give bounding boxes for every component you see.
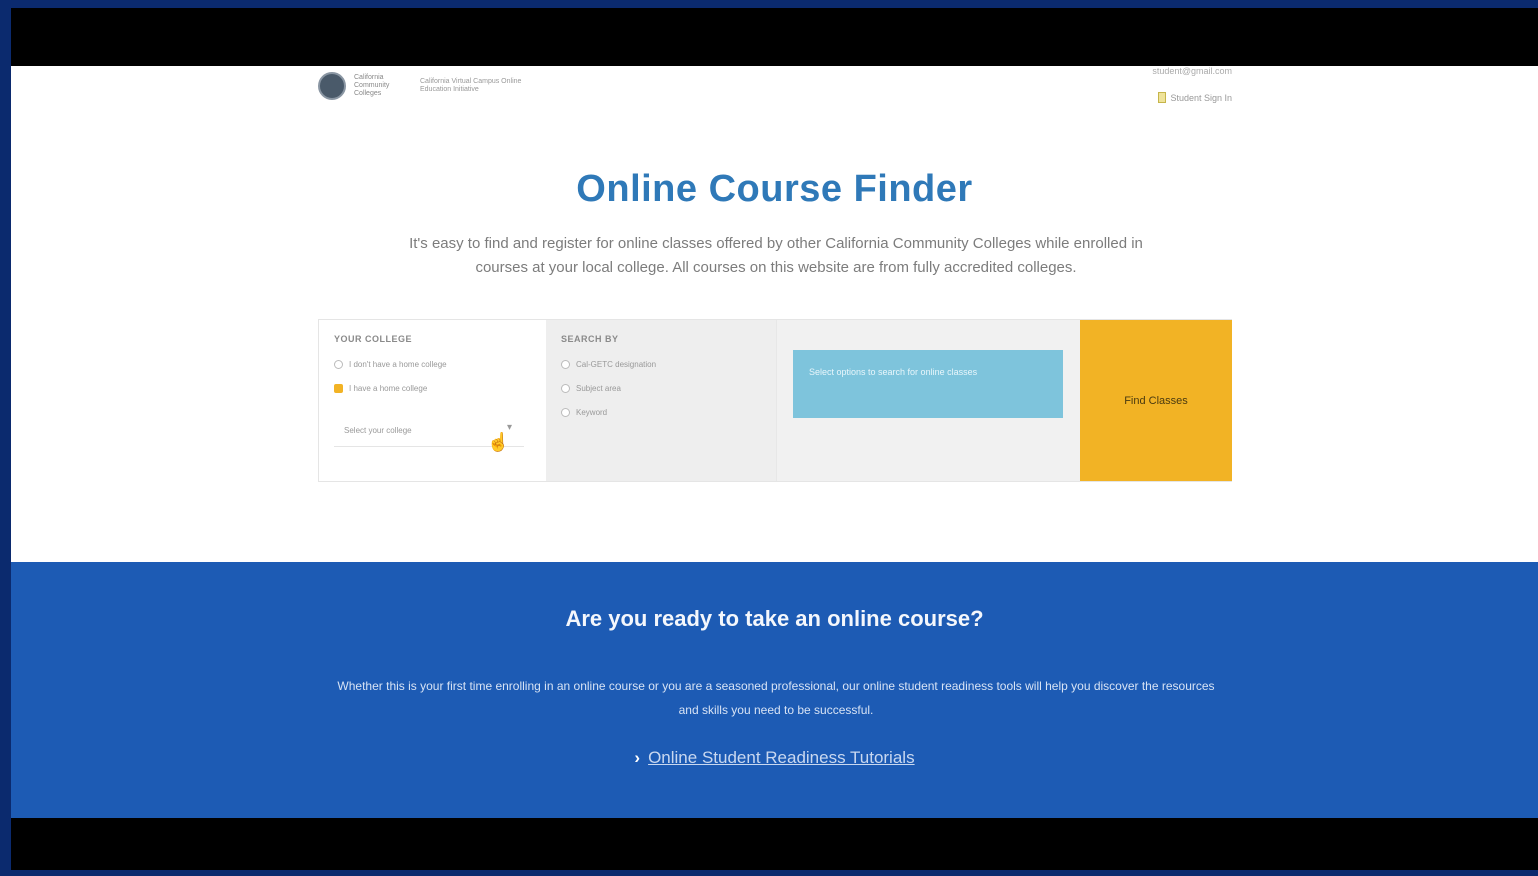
radio-checked-icon xyxy=(334,384,343,393)
find-classes-label: Find Classes xyxy=(1124,394,1188,407)
readiness-link-text: Online Student Readiness Tutorials xyxy=(648,748,915,767)
college-panel: YOUR COLLEGE I don't have a home college… xyxy=(319,320,546,481)
radio-label: I have a home college xyxy=(349,384,428,393)
search-by-panel: SEARCH BY Cal-GETC designation Subject a… xyxy=(546,320,776,481)
pointer-cursor-icon: ☝ xyxy=(487,432,510,452)
student-sign-in-link[interactable]: Student Sign In xyxy=(1158,92,1232,103)
sign-in-icon xyxy=(1158,92,1167,103)
banner-description: Whether this is your first time enrollin… xyxy=(337,679,1215,717)
banner-title: Are you ready to take an online course? xyxy=(565,606,984,631)
page-title: Online Course Finder xyxy=(576,168,973,210)
radio-label: Subject area xyxy=(576,384,621,393)
sign-in-label: Student Sign In xyxy=(1170,92,1232,103)
college-logo[interactable]: California Community Colleges California… xyxy=(318,72,540,100)
college-seal-icon xyxy=(318,72,346,100)
radio-search-option-1[interactable]: Cal-GETC designation xyxy=(561,360,656,369)
results-panel: Select options to search for online clas… xyxy=(776,320,1081,481)
chevron-right-icon: › xyxy=(634,748,641,767)
account-email: student@gmail.com xyxy=(1152,66,1232,76)
radio-home-college[interactable]: I have a home college xyxy=(334,384,427,393)
radio-unchecked-icon xyxy=(561,360,570,369)
site-header: California Community Colleges California… xyxy=(11,66,1538,126)
search-by-label: SEARCH BY xyxy=(561,334,619,344)
radio-no-home-college[interactable]: I don't have a home college xyxy=(334,360,447,369)
college-label: YOUR COLLEGE xyxy=(334,334,413,344)
readiness-tutorials-link[interactable]: › Online Student Readiness Tutorials xyxy=(11,748,1538,768)
radio-unchecked-icon xyxy=(334,360,343,369)
radio-unchecked-icon xyxy=(561,408,570,417)
radio-search-option-3[interactable]: Keyword xyxy=(561,408,607,417)
radio-search-option-2[interactable]: Subject area xyxy=(561,384,621,393)
page-description: It's easy to find and register for onlin… xyxy=(409,235,1143,276)
radio-label: Keyword xyxy=(576,408,608,417)
course-finder-form: YOUR COLLEGE I don't have a home college… xyxy=(318,319,1232,482)
radio-label: I don't have a home college xyxy=(349,360,447,369)
find-classes-button[interactable]: Find Classes xyxy=(1080,320,1232,481)
video-letterbox-bottom xyxy=(11,818,1538,870)
info-message: Select options to search for online clas… xyxy=(793,350,1063,418)
college-select-value: Select your college xyxy=(344,426,412,435)
browser-viewport: California Community Colleges California… xyxy=(11,66,1538,818)
video-letterbox-top xyxy=(11,8,1538,66)
radio-label: Cal-GETC designation xyxy=(576,360,657,369)
radio-unchecked-icon xyxy=(561,384,570,393)
logo-name: California Community Colleges xyxy=(354,74,390,97)
readiness-banner: Are you ready to take an online course? … xyxy=(11,562,1538,818)
logo-tagline: California Virtual Campus Online Educati… xyxy=(420,78,522,93)
